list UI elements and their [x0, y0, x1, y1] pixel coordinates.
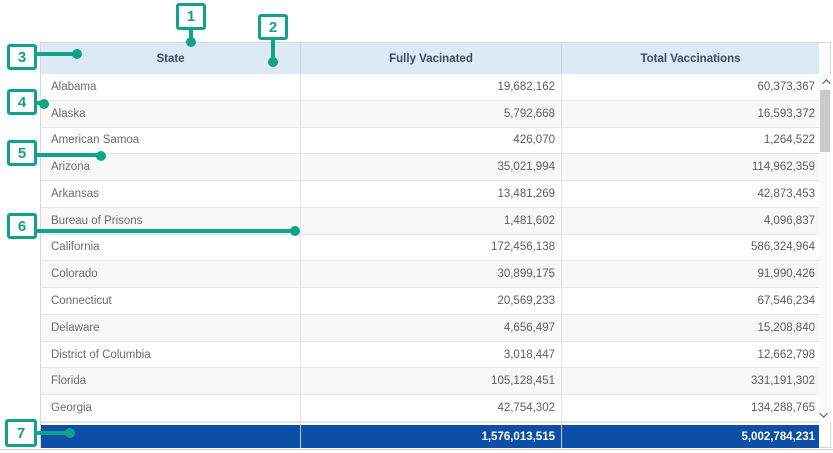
- annotation-1-dot: [186, 37, 196, 47]
- column-header-total-vaccinations[interactable]: Total Vaccinations: [562, 43, 819, 74]
- cell-fully-vaccinated: 172,456,138: [301, 235, 562, 261]
- cell-state: American Samoa: [41, 128, 301, 154]
- cell-total-vaccinations: 67,546,234: [562, 288, 819, 314]
- scrollbar-thumb[interactable]: [820, 90, 830, 152]
- cell-total-vaccinations: 91,990,426: [562, 261, 819, 287]
- table-row[interactable]: Florida 105,128,451 331,191,302: [41, 368, 819, 395]
- table-header-row: State Fully Vacinated Total Vaccinations: [41, 43, 819, 74]
- scroll-down-button[interactable]: [819, 407, 831, 422]
- cell-fully-vaccinated: 426,070: [301, 128, 562, 154]
- annotation-5-dot: [96, 151, 106, 161]
- cell-fully-vaccinated: 13,481,269: [301, 181, 562, 207]
- totals-cell-fully-vaccinated: 1,576,013,515: [301, 425, 562, 448]
- cell-fully-vaccinated: 4,656,497: [301, 315, 562, 341]
- cell-total-vaccinations: 12,662,798: [562, 342, 819, 368]
- cell-state: Florida: [41, 368, 301, 394]
- table-row[interactable]: Connecticut 20,569,233 67,546,234: [41, 288, 819, 315]
- table-row[interactable]: Georgia 42,754,302 134,288,765: [41, 395, 819, 422]
- cell-fully-vaccinated: 42,754,302: [301, 395, 562, 421]
- cell-fully-vaccinated: 3,018,447: [301, 342, 562, 368]
- table-row[interactable]: Colorado 30,899,175 91,990,426: [41, 261, 819, 288]
- cell-state: Georgia: [41, 395, 301, 421]
- table-row[interactable]: Alaska 5,792,668 16,593,372: [41, 101, 819, 128]
- table-row[interactable]: Delaware 4,656,497 15,208,840: [41, 315, 819, 342]
- cell-state: Alaska: [41, 101, 301, 127]
- cell-total-vaccinations: 586,324,964: [562, 235, 819, 261]
- cell-total-vaccinations: 114,962,359: [562, 154, 819, 180]
- table-body: Alabama 19,682,162 60,373,367 Alaska 5,7…: [41, 74, 819, 422]
- canvas-bottom-border: [0, 449, 833, 450]
- annotation-7-dot: [65, 428, 75, 438]
- scroll-up-button[interactable]: [819, 74, 831, 89]
- chevron-down-icon: [819, 409, 827, 417]
- annotation-callout-1: 1: [176, 3, 206, 30]
- annotation-2-dot: [268, 57, 278, 67]
- table-row[interactable]: Arkansas 13,481,269 42,873,453: [41, 181, 819, 208]
- vertical-scrollbar[interactable]: [819, 74, 831, 422]
- column-header-state[interactable]: State: [41, 43, 301, 74]
- cell-fully-vaccinated: 30,899,175: [301, 261, 562, 287]
- table-row[interactable]: American Samoa 426,070 1,264,522: [41, 128, 819, 155]
- cell-state: Alabama: [41, 74, 301, 100]
- cell-fully-vaccinated: 5,792,668: [301, 101, 562, 127]
- cell-fully-vaccinated: 35,021,994: [301, 154, 562, 180]
- chevron-up-icon: [822, 79, 830, 87]
- cell-total-vaccinations: 16,593,372: [562, 101, 819, 127]
- column-header-fully-vaccinated[interactable]: Fully Vacinated: [301, 43, 562, 74]
- table-row[interactable]: California 172,456,138 586,324,964: [41, 235, 819, 262]
- cell-total-vaccinations: 1,264,522: [562, 128, 819, 154]
- annotation-6-dot: [290, 226, 300, 236]
- cell-fully-vaccinated: 20,569,233: [301, 288, 562, 314]
- vaccinations-list-table: State Fully Vacinated Total Vaccinations…: [40, 42, 831, 448]
- totals-cell-state: [41, 425, 301, 448]
- annotation-3-connector: [34, 52, 74, 56]
- annotation-3-dot: [72, 49, 82, 59]
- table-row[interactable]: District of Columbia 3,018,447 12,662,79…: [41, 342, 819, 369]
- annotation-callout-3: 3: [7, 44, 37, 70]
- cell-total-vaccinations: 42,873,453: [562, 181, 819, 207]
- report-canvas: State Fully Vacinated Total Vaccinations…: [0, 0, 833, 453]
- cell-state: Connecticut: [41, 288, 301, 314]
- cell-state: Delaware: [41, 315, 301, 341]
- cell-total-vaccinations: 4,096,837: [562, 208, 819, 234]
- cell-total-vaccinations: 60,373,367: [562, 74, 819, 100]
- cell-state: Arkansas: [41, 181, 301, 207]
- annotation-callout-6: 6: [7, 213, 37, 239]
- annotation-callout-5: 5: [7, 140, 37, 166]
- cell-total-vaccinations: 15,208,840: [562, 315, 819, 341]
- table-row[interactable]: Arizona 35,021,994 114,962,359: [41, 154, 819, 181]
- annotation-7-connector: [35, 431, 67, 435]
- annotation-callout-4: 4: [7, 89, 37, 115]
- annotation-5-connector: [34, 153, 98, 157]
- cell-fully-vaccinated: 19,682,162: [301, 74, 562, 100]
- totals-cell-total-vaccinations: 5,002,784,231: [562, 425, 819, 448]
- annotation-callout-2: 2: [258, 14, 288, 40]
- cell-fully-vaccinated: 105,128,451: [301, 368, 562, 394]
- annotation-callout-7: 7: [5, 419, 37, 447]
- cell-total-vaccinations: 134,288,765: [562, 395, 819, 421]
- cell-state: California: [41, 235, 301, 261]
- cell-state: Arizona: [41, 154, 301, 180]
- cell-fully-vaccinated: 1,481,602: [301, 208, 562, 234]
- totals-row: 1,576,013,515 5,002,784,231: [41, 425, 819, 448]
- annotation-4-dot: [39, 99, 49, 109]
- cell-state: Colorado: [41, 261, 301, 287]
- cell-total-vaccinations: 331,191,302: [562, 368, 819, 394]
- cell-state: District of Columbia: [41, 342, 301, 368]
- table-row[interactable]: Alabama 19,682,162 60,373,367: [41, 74, 819, 101]
- annotation-6-connector: [34, 229, 292, 233]
